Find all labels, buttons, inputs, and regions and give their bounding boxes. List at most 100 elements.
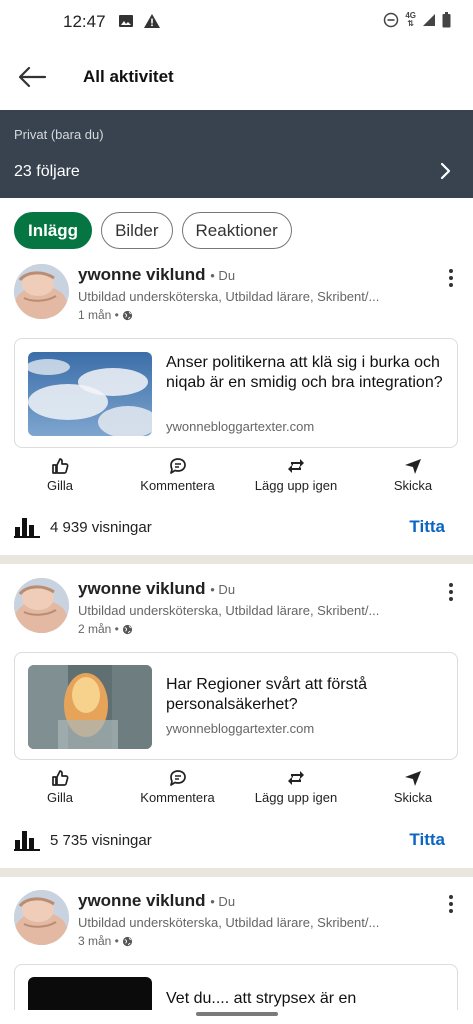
author-headline: Utbildad undersköterska, Utbildad lärare… xyxy=(78,289,380,304)
post-stats: 4 939 visningar Titta xyxy=(14,512,459,542)
author-name-text: ywonne viklund xyxy=(78,891,206,910)
post-divider xyxy=(0,555,473,564)
link-preview-card[interactable]: Vet du.... att strypsex är en xyxy=(14,964,458,1010)
link-title: Har Regioner svårt att förstå personalsä… xyxy=(166,676,367,713)
back-arrow-icon[interactable] xyxy=(17,64,47,90)
post-stats: 5 735 visningar Titta xyxy=(14,825,459,855)
avatar[interactable] xyxy=(14,264,69,319)
link-preview-card[interactable]: Anser politikerna att klä sig i burka oc… xyxy=(14,338,458,448)
thumbs-up-icon xyxy=(52,458,69,474)
comment-icon xyxy=(169,458,186,474)
author-headline: Utbildad undersköterska, Utbildad lärare… xyxy=(78,915,380,930)
gallery-icon xyxy=(119,15,133,27)
like-label: Gilla xyxy=(46,790,73,805)
post-time-text: 3 mån • xyxy=(78,934,119,948)
view-analytics-link[interactable]: Titta xyxy=(409,517,445,537)
post-2: ywonne viklund • Du Utbildad undersköter… xyxy=(0,576,473,866)
followers-count: 23 följare xyxy=(14,163,80,180)
comment-label: Kommentera xyxy=(140,478,215,493)
send-label: Skicka xyxy=(393,790,433,805)
battery-icon xyxy=(442,12,451,28)
repost-icon xyxy=(288,459,304,473)
author-name[interactable]: ywonne viklund • Du xyxy=(78,579,235,599)
post-time-text: 1 mån • xyxy=(78,308,119,322)
author-name[interactable]: ywonne viklund • Du xyxy=(78,891,235,911)
like-label: Gilla xyxy=(46,478,73,493)
link-title: Vet du.... att strypsex är en xyxy=(166,990,357,1007)
avatar-image xyxy=(14,578,69,633)
link-thumbnail xyxy=(28,352,152,436)
like-button[interactable]: Gilla xyxy=(40,456,80,493)
filter-chip-reactions[interactable]: Reaktioner xyxy=(181,212,292,249)
link-domain: ywonnebloggartexter.com xyxy=(166,721,315,736)
avatar-image xyxy=(14,890,69,945)
globe-icon xyxy=(122,936,132,946)
like-button[interactable]: Gilla xyxy=(40,768,80,805)
link-domain: ywonnebloggartexter.com xyxy=(166,419,315,434)
avatar-image xyxy=(14,264,69,319)
post-time: 1 mån • xyxy=(78,308,133,322)
filter-chip-images[interactable]: Bilder xyxy=(101,212,173,249)
filter-chips: Inlägg Bilder Reaktioner xyxy=(14,212,292,249)
more-options-icon[interactable] xyxy=(445,582,457,602)
repost-label: Lägg upp igen xyxy=(254,790,338,805)
more-options-icon[interactable] xyxy=(445,894,457,914)
author-name-text: ywonne viklund xyxy=(78,265,206,284)
avatar[interactable] xyxy=(14,890,69,945)
views-count: 5 735 visningar xyxy=(50,831,152,849)
send-icon xyxy=(405,459,421,474)
link-preview-card[interactable]: Har Regioner svårt att förstå personalsä… xyxy=(14,652,458,760)
followers-banner[interactable]: Privat (bara du) 23 följare xyxy=(0,110,473,198)
comment-button[interactable]: Kommentera xyxy=(135,456,220,493)
author-name[interactable]: ywonne viklund • Du xyxy=(78,265,235,285)
link-title: Anser politikerna att klä sig i burka oc… xyxy=(166,354,443,391)
post-1: ywonne viklund • Du Utbildad undersköter… xyxy=(0,262,473,552)
repost-label: Lägg upp igen xyxy=(254,478,338,493)
views-count: 4 939 visningar xyxy=(50,518,152,536)
analytics-bar-icon xyxy=(14,831,40,851)
avatar[interactable] xyxy=(14,578,69,633)
comment-icon xyxy=(169,770,186,786)
link-thumbnail xyxy=(28,665,152,749)
post-3: ywonne viklund • Du Utbildad undersköter… xyxy=(0,888,473,1010)
repost-icon xyxy=(288,771,304,785)
status-time: 12:47 xyxy=(63,12,106,31)
post-time: 2 mån • xyxy=(78,622,133,636)
warning-icon xyxy=(144,14,160,28)
globe-icon xyxy=(122,624,132,634)
thumbs-up-icon xyxy=(52,770,69,786)
chevron-right-icon xyxy=(440,162,451,180)
send-icon xyxy=(405,771,421,786)
privacy-label: Privat (bara du) xyxy=(14,127,104,142)
gesture-nav-bar[interactable] xyxy=(196,1012,278,1016)
post-actions: Gilla Kommentera Lägg upp igen Skicka xyxy=(0,768,473,814)
post-actions: Gilla Kommentera Lägg upp igen Skicka xyxy=(0,456,473,502)
page-title: All aktivitet xyxy=(83,67,174,86)
repost-button[interactable]: Lägg upp igen xyxy=(250,456,342,493)
filter-chip-posts[interactable]: Inlägg xyxy=(14,212,93,249)
author-headline: Utbildad undersköterska, Utbildad lärare… xyxy=(78,603,380,618)
link-thumbnail xyxy=(28,977,152,1010)
app-bar: All aktivitet xyxy=(0,44,473,110)
connection-degree: • Du xyxy=(210,268,236,283)
comment-label: Kommentera xyxy=(140,790,215,805)
send-button[interactable]: Skicka xyxy=(390,768,436,805)
comment-button[interactable]: Kommentera xyxy=(135,768,220,805)
globe-icon xyxy=(122,310,132,320)
repost-button[interactable]: Lägg upp igen xyxy=(250,768,342,805)
post-divider xyxy=(0,868,473,877)
network-type: 4G ⇅ xyxy=(405,11,416,28)
view-analytics-link[interactable]: Titta xyxy=(409,830,445,850)
do-not-disturb-icon xyxy=(384,12,399,28)
analytics-bar-icon xyxy=(14,518,40,538)
send-label: Skicka xyxy=(393,478,433,493)
connection-degree: • Du xyxy=(210,894,236,909)
send-button[interactable]: Skicka xyxy=(390,456,436,493)
signal-icon xyxy=(423,14,435,26)
post-time: 3 mån • xyxy=(78,934,133,948)
author-name-text: ywonne viklund xyxy=(78,579,206,598)
connection-degree: • Du xyxy=(210,582,236,597)
more-options-icon[interactable] xyxy=(445,268,457,288)
post-time-text: 2 mån • xyxy=(78,622,119,636)
status-bar: 12:47 4G ⇅ xyxy=(0,0,473,44)
